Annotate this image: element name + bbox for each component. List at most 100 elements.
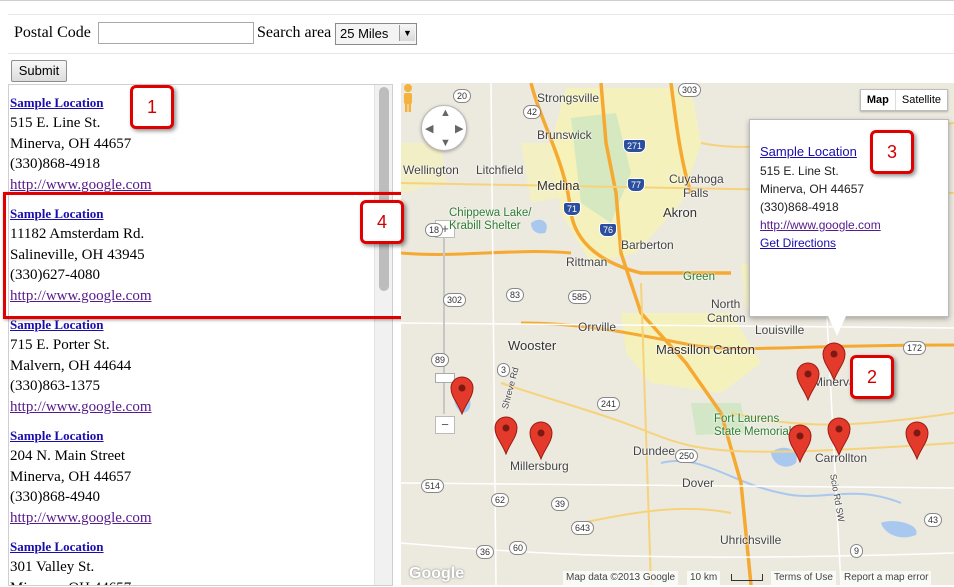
- place-label: Millersburg: [510, 459, 569, 473]
- place-label: Rittman: [566, 255, 608, 269]
- route-shield: 89: [431, 353, 450, 367]
- map-marker-icon[interactable]: [904, 420, 930, 460]
- map-type-satellite-button[interactable]: Satellite: [896, 90, 947, 110]
- infowindow-name-link[interactable]: Sample Location: [760, 144, 857, 159]
- list-item: Sample Location 301 Valley St. Minerva, …: [10, 537, 370, 586]
- location-street: 515 E. Line St.: [10, 115, 101, 131]
- location-city: Minerva, OH 44657: [10, 578, 370, 586]
- interstate-shield: 271: [623, 139, 647, 153]
- route-shield: 43: [924, 513, 943, 527]
- place-label: Canton: [707, 311, 746, 325]
- map-marker-icon[interactable]: [787, 423, 813, 463]
- report-map-error-link[interactable]: Report a map error: [841, 571, 932, 585]
- interstate-shield: 76: [599, 223, 618, 237]
- pan-down-icon[interactable]: ▼: [440, 137, 451, 149]
- get-directions-link[interactable]: Get Directions: [760, 236, 836, 250]
- highlight-box: [3, 192, 408, 319]
- annotation-badge-1: 1: [130, 85, 174, 129]
- chevron-down-icon[interactable]: ▼: [399, 25, 415, 41]
- search-form: Postal Code Search area 25 Miles ▼: [8, 14, 954, 54]
- list-item: Sample Location 715 E. Porter St. Malver…: [10, 315, 370, 417]
- map-marker-icon[interactable]: [528, 420, 554, 460]
- pegman-icon[interactable]: [401, 83, 415, 113]
- pan-left-icon[interactable]: ◀: [425, 122, 433, 135]
- route-shield: 241: [597, 397, 621, 411]
- list-item: Sample Location 515 E. Line St. Minerva,…: [10, 93, 370, 195]
- pan-up-icon[interactable]: ▲: [440, 107, 451, 119]
- pan-right-icon[interactable]: ▶: [455, 122, 463, 135]
- location-list[interactable]: Sample Location 515 E. Line St. Minerva,…: [8, 84, 393, 586]
- pan-control[interactable]: ▲ ▼ ◀ ▶: [421, 105, 467, 151]
- scale-label: 10 km: [687, 571, 721, 585]
- place-label: Strongsville: [537, 91, 600, 105]
- search-area-select[interactable]: 25 Miles ▼: [335, 23, 417, 45]
- map-marker-icon[interactable]: [821, 341, 847, 381]
- list-item: Sample Location 204 N. Main Street Miner…: [10, 426, 370, 528]
- map-marker-icon[interactable]: [493, 415, 519, 455]
- route-shield: 514: [421, 479, 445, 493]
- interstate-shield: 71: [563, 202, 582, 216]
- place-label: Akron: [663, 205, 697, 220]
- route-shield: 302: [443, 293, 467, 307]
- zoom-out-button[interactable]: −: [435, 416, 455, 434]
- location-name-link[interactable]: Sample Location: [10, 426, 370, 446]
- location-url-link[interactable]: http://www.google.com: [10, 508, 370, 529]
- route-shield: 36: [476, 545, 495, 559]
- annotation-badge-3: 3: [870, 130, 914, 174]
- location-street: 204 N. Main Street: [10, 448, 125, 464]
- scale-bar: [731, 574, 763, 581]
- location-street: 715 E. Porter St.: [10, 337, 110, 353]
- location-city: Minerva, OH 44657: [10, 135, 132, 152]
- map-data-attribution: Map data ©2013 Google: [563, 571, 679, 585]
- infowindow-phone: (330)868-4918: [760, 200, 839, 214]
- route-shield: 303: [678, 83, 702, 97]
- place-label: Litchfield: [476, 163, 524, 177]
- location-phone: (330)868-4918: [10, 156, 100, 172]
- info-window: Sample Location 515 E. Line St. Minerva,…: [749, 119, 949, 336]
- location-city: Malvern, OH 44644: [10, 357, 132, 374]
- route-shield: 60: [509, 541, 528, 555]
- map-marker-icon[interactable]: [795, 361, 821, 401]
- place-label: Krabill Shelter: [449, 220, 521, 232]
- place-label: Fort Laurens: [714, 413, 780, 425]
- submit-button[interactable]: Submit: [11, 60, 67, 82]
- location-phone: (330)868-4940: [10, 489, 100, 505]
- search-area-value: 25 Miles: [340, 26, 389, 41]
- google-logo[interactable]: Google: [409, 565, 464, 583]
- route-shield: 585: [568, 290, 592, 304]
- place-label: North: [711, 297, 741, 311]
- infowindow-tail: [828, 316, 846, 336]
- route-shield: 3: [497, 363, 511, 377]
- place-label: Falls: [683, 186, 709, 200]
- route-shield: 9: [850, 544, 864, 558]
- map-marker-icon[interactable]: [449, 375, 475, 415]
- search-area-label: Search area: [257, 24, 332, 41]
- place-label: Brunswick: [537, 128, 592, 142]
- route-shield: 250: [675, 449, 699, 463]
- location-url-link[interactable]: http://www.google.com: [10, 397, 370, 418]
- annotation-badge-2: 2: [850, 355, 894, 399]
- place-label: Wellington: [403, 163, 459, 177]
- map-type-control[interactable]: Map Satellite: [859, 89, 948, 111]
- location-phone: (330)863-1375: [10, 378, 100, 394]
- map-marker-icon[interactable]: [826, 416, 852, 456]
- place-label: Barberton: [621, 238, 674, 252]
- interstate-shield: 77: [627, 178, 646, 192]
- location-name-link[interactable]: Sample Location: [10, 93, 370, 113]
- map-type-map-button[interactable]: Map: [861, 90, 896, 110]
- location-street: 301 Valley St.: [10, 559, 95, 575]
- infowindow-url-link[interactable]: http://www.google.com: [760, 218, 881, 232]
- list-scrollbar[interactable]: [374, 85, 392, 585]
- location-name-link[interactable]: Sample Location: [10, 537, 370, 557]
- postal-code-input[interactable]: [98, 22, 254, 44]
- terms-of-use-link[interactable]: Terms of Use: [771, 571, 836, 585]
- zoom-slider-track[interactable]: [443, 238, 445, 414]
- annotation-badge-4: 4: [360, 200, 404, 244]
- route-shield: 18: [425, 223, 444, 237]
- place-label: Uhrichsville: [720, 533, 782, 547]
- top-divider: [0, 0, 954, 1]
- place-label: Louisville: [755, 323, 805, 337]
- infowindow-city: Minerva, OH 44657: [760, 182, 865, 196]
- route-shield: 83: [506, 288, 525, 302]
- place-label: Dover: [682, 476, 715, 490]
